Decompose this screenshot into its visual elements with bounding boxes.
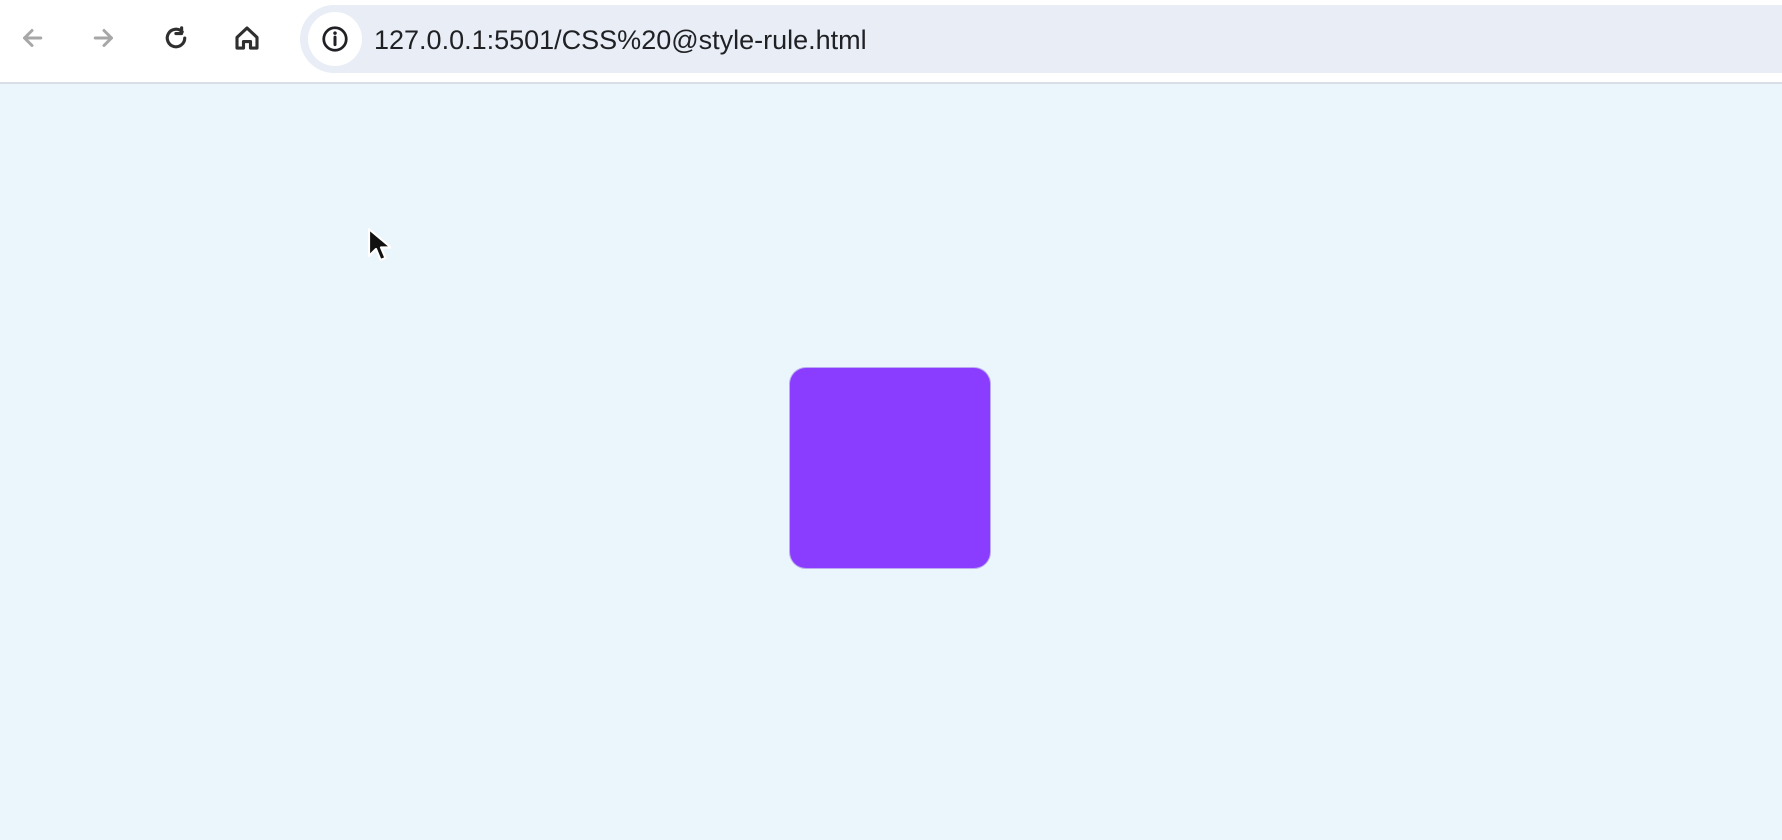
- back-button[interactable]: [10, 16, 54, 60]
- purple-square: [790, 368, 990, 568]
- info-icon: [320, 24, 350, 54]
- arrow-right-icon: [89, 23, 119, 53]
- arrow-left-icon: [17, 23, 47, 53]
- address-bar[interactable]: 127.0.0.1:5501/CSS%20@style-rule.html: [300, 5, 1782, 73]
- url-text[interactable]: 127.0.0.1:5501/CSS%20@style-rule.html: [374, 23, 867, 57]
- home-button[interactable]: [225, 16, 269, 60]
- reload-button[interactable]: [154, 16, 198, 60]
- reload-icon: [161, 23, 191, 53]
- site-info-button[interactable]: [308, 12, 362, 66]
- page-content: [0, 84, 1782, 840]
- home-icon: [232, 23, 262, 53]
- browser-toolbar: 127.0.0.1:5501/CSS%20@style-rule.html: [0, 0, 1782, 84]
- forward-button[interactable]: [82, 16, 126, 60]
